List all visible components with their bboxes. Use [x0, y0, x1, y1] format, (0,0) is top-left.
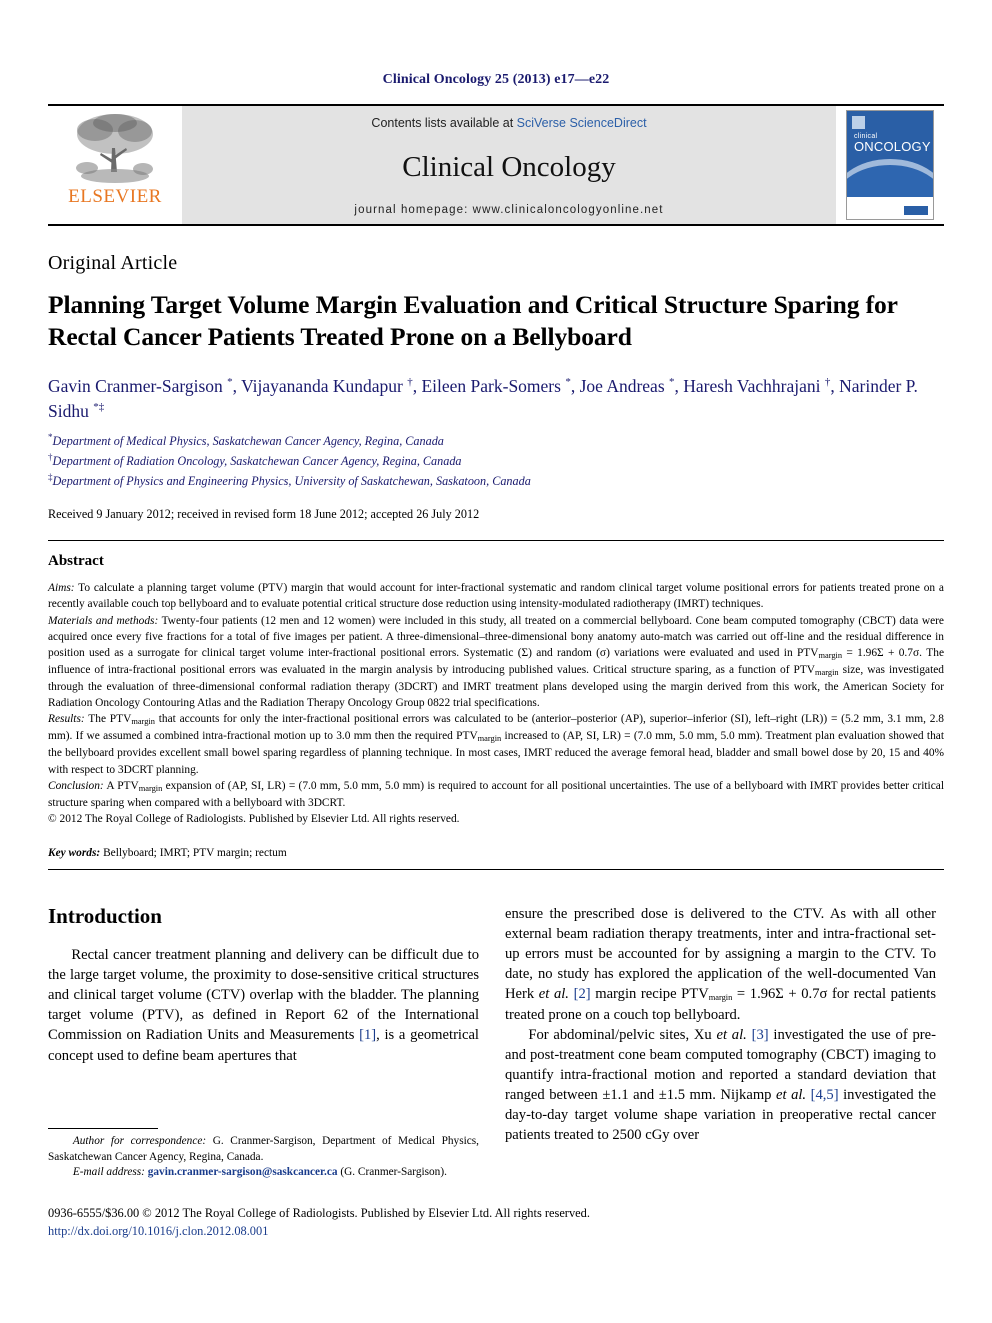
affiliation: †Department of Radiation Oncology, Saska…	[48, 452, 462, 469]
cover-title-line2: ONCOLOGY	[854, 139, 931, 154]
journal-title: Clinical Oncology	[402, 150, 616, 183]
journal-homepage-link[interactable]: journal homepage: www.clinicaloncologyon…	[354, 204, 663, 216]
contents-available-line: Contents lists available at SciVerse Sci…	[371, 116, 646, 130]
citation-ref[interactable]: [2]	[574, 986, 591, 1002]
citation-ref[interactable]: [4,5]	[811, 1087, 839, 1103]
citation-ref[interactable]: [1]	[359, 1027, 376, 1043]
issn-copyright-line: 0936-6555/$36.00 © 2012 The Royal Colleg…	[48, 1206, 590, 1220]
section-heading-introduction: Introduction	[48, 904, 162, 929]
elsevier-wordmark: ELSEVIER	[68, 186, 162, 207]
page-title: Planning Target Volume Margin Evaluation…	[48, 290, 898, 352]
footnote-email: E-mail address: gavin.cranmer-sargison@s…	[72, 1166, 447, 1179]
intro-paragraph-right-2: For abdominal/pelvic sites, Xu et al. [3…	[505, 1026, 936, 1143]
doi-link[interactable]: http://dx.doi.org/10.1016/j.clon.2012.08…	[48, 1223, 944, 1241]
article-page: Clinical Oncology 25 (2013) e17—e22 ELSE…	[0, 0, 992, 1323]
page-footer: 0936-6555/$36.00 © 2012 The Royal Colleg…	[48, 1205, 944, 1240]
affiliation: ‡Department of Physics and Engineering P…	[48, 471, 531, 488]
contents-prefix: Contents lists available at	[371, 116, 517, 130]
intro-paragraph-left: Rectal cancer treatment planning and del…	[48, 947, 479, 1064]
abstract-aims: Aims: To calculate a planning target vol…	[48, 582, 944, 611]
affiliation: *Department of Medical Physics, Saskatch…	[48, 432, 444, 449]
elsevier-logo: ELSEVIER	[48, 106, 182, 224]
keywords: Key words: Bellyboard; IMRT; PTV margin;…	[48, 847, 287, 860]
footnote-area: Author for correspondence: G. Cranmer-Sa…	[48, 1128, 479, 1181]
abstract-methods: Materials and methods: Twenty-four patie…	[48, 614, 944, 710]
elsevier-tree-icon	[76, 114, 153, 183]
article-type: Original Article	[48, 252, 178, 274]
column-left: Introduction Rectal cancer treatment pla…	[48, 904, 479, 1145]
cover-publisher-icon	[852, 116, 865, 129]
intro-paragraph-right-1: ensure the prescribed dose is delivered …	[505, 906, 937, 1023]
email-link[interactable]: gavin.cranmer-sargison@saskcancer.ca	[148, 1166, 338, 1178]
abstract-conclusion: Conclusion: A PTVmargin expansion of (AP…	[48, 779, 944, 809]
author-list: Gavin Cranmer-Sargison *, Vijayananda Ku…	[48, 375, 918, 421]
abstract-copyright: © 2012 The Royal College of Radiologists…	[48, 813, 460, 826]
journal-cover-thumbnail: clinical ONCOLOGY	[836, 106, 944, 224]
cover-title: clinical ONCOLOGY	[854, 133, 931, 153]
journal-masthead: ELSEVIER Contents lists available at Sci…	[48, 104, 944, 226]
footnote-divider	[48, 1128, 158, 1129]
abstract-block: Abstract Aims: To calculate a planning t…	[48, 541, 944, 871]
body-columns: Introduction Rectal cancer treatment pla…	[48, 904, 944, 1145]
abstract-heading: Abstract	[48, 553, 104, 570]
citation-ref[interactable]: [3]	[752, 1027, 769, 1043]
article-history: Received 9 January 2012; received in rev…	[48, 507, 480, 522]
running-head: Clinical Oncology 25 (2013) e17—e22	[382, 72, 610, 87]
column-right: ensure the prescribed dose is delivered …	[505, 904, 936, 1145]
affiliation-list: *Department of Medical Physics, Saskatch…	[48, 431, 944, 490]
cover-society-logo-icon	[904, 206, 928, 215]
journal-banner: Contents lists available at SciVerse Sci…	[182, 106, 836, 224]
sciencedirect-link[interactable]: SciVerse ScienceDirect	[517, 116, 647, 130]
footnote-correspondence: Author for correspondence: G. Cranmer-Sa…	[48, 1135, 479, 1163]
abstract-results: Results: The PTVmargin that accounts for…	[48, 713, 944, 776]
